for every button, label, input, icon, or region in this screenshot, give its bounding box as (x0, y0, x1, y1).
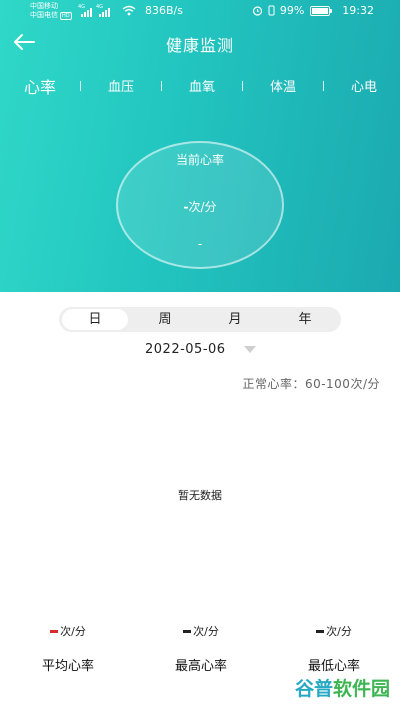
nav-bar: 健康监测 (0, 26, 400, 60)
gauge-title: 当前心率 (175, 153, 224, 167)
tab-heart-rate[interactable]: 心率 (10, 74, 70, 98)
wifi-icon (122, 5, 136, 16)
health-monitor-screen: 中国移动 中国电信 HD 4G 4G 836B/s 99% 19:32 健康监测… (0, 0, 400, 711)
dash-icon (316, 629, 325, 633)
vibrate-icon (268, 5, 275, 16)
hd-badge: HD (60, 12, 72, 20)
signal-group: 4G 4G (78, 4, 110, 17)
net-speed: 836B/s (145, 4, 183, 17)
period-selector: 日 周 月 年 (59, 307, 341, 332)
period-week[interactable]: 周 (132, 309, 198, 330)
carrier-1: 中国移动 (30, 2, 58, 10)
battery-icon (310, 5, 333, 16)
tab-ecg[interactable]: 心电 (334, 76, 394, 95)
signal-icon: 4G (78, 4, 92, 17)
stat-min-unit: 次/分 (326, 625, 352, 638)
period-month[interactable]: 月 (202, 309, 268, 330)
triangle-down-icon[interactable] (244, 346, 256, 353)
watermark-part-2: 软件园 (332, 678, 390, 700)
battery-percent: 99% (279, 4, 305, 17)
alarm-icon (252, 6, 262, 16)
tab-temperature[interactable]: 体温 (253, 76, 313, 95)
empty-state-text: 暂无数据 (178, 489, 222, 502)
stat-max-value: 次/分 (146, 625, 256, 639)
stat-min-value: 次/分 (279, 625, 389, 639)
gauge-sub-value: - (197, 237, 203, 251)
stat-max: 次/分 最高心率 (146, 625, 256, 674)
header-background: 中国移动 中国电信 HD 4G 4G 836B/s 99% 19:32 健康监测… (0, 0, 400, 292)
tab-blood-pressure[interactable]: 血压 (91, 76, 151, 95)
page-title: 健康监测 (165, 36, 234, 55)
stat-average: 次/分 平均心率 (13, 625, 123, 674)
carrier-info: 中国移动 中国电信 HD (30, 2, 72, 20)
dash-icon (50, 629, 59, 633)
stat-average-value: 次/分 (13, 625, 123, 639)
tab-divider (242, 81, 243, 91)
carrier-2-line: 中国电信 HD (30, 11, 72, 20)
carrier-2: 中国电信 (30, 11, 58, 19)
tab-divider (80, 81, 81, 91)
battery-fill (312, 7, 329, 14)
date-value[interactable]: 2022-05-06 (145, 342, 226, 357)
heart-rate-gauge: 当前心率 -次/分 - (116, 141, 284, 269)
tab-divider (323, 81, 324, 91)
period-day[interactable]: 日 (62, 309, 128, 330)
stat-min-label: 最低心率 (307, 659, 360, 674)
stat-max-unit: 次/分 (193, 625, 219, 638)
stat-average-label: 平均心率 (41, 659, 94, 674)
gauge-value-unit: 次/分 (188, 200, 217, 214)
stat-min: 次/分 最低心率 (279, 625, 389, 674)
stat-max-label: 最高心率 (174, 659, 227, 674)
clock: 19:32 (342, 4, 374, 17)
date-picker[interactable]: 2022-05-06 (0, 341, 400, 359)
status-bar: 中国移动 中国电信 HD 4G 4G 836B/s 99% 19:32 (0, 0, 400, 24)
tab-divider (161, 81, 162, 91)
dash-icon (183, 629, 192, 633)
metric-tabs: 心率 血压 血氧 体温 心电 (0, 70, 400, 100)
watermark-logo: 谷普 软件园 (295, 674, 390, 701)
stat-average-unit: 次/分 (60, 625, 86, 638)
status-right: 99% 19:32 (252, 4, 374, 17)
tab-blood-oxygen[interactable]: 血氧 (172, 76, 232, 95)
period-year[interactable]: 年 (272, 309, 338, 330)
watermark-part-1: 谷普 (294, 678, 333, 700)
signal-icon: 4G (96, 4, 110, 17)
gauge-value: -次/分 (118, 198, 282, 215)
normal-range-text: 正常心率：60-100次/分 (242, 377, 380, 391)
